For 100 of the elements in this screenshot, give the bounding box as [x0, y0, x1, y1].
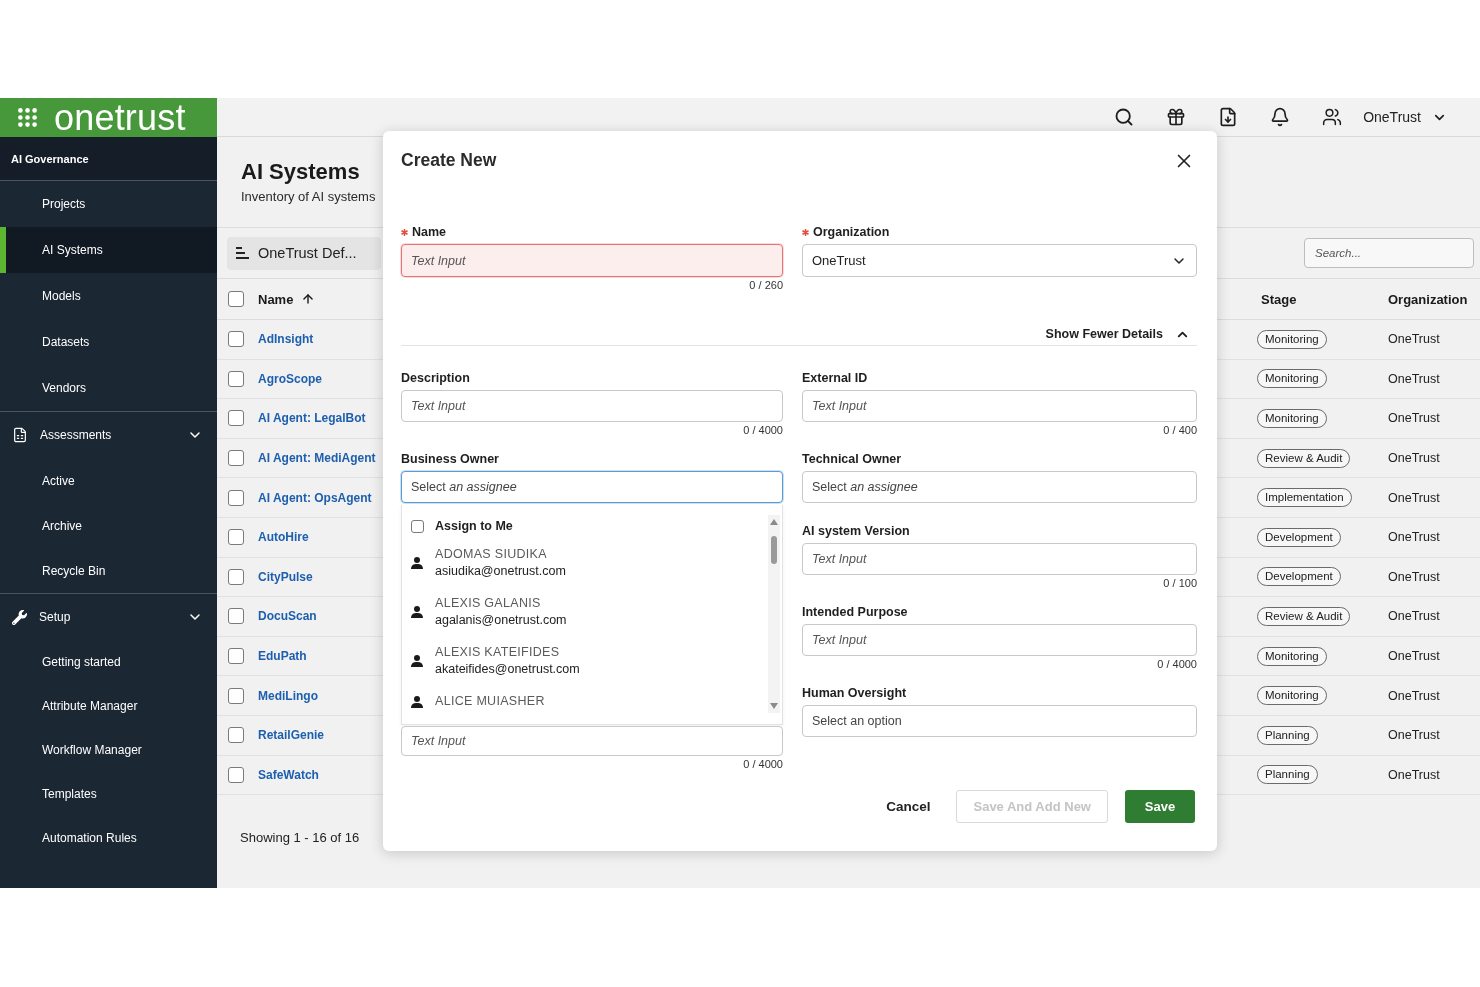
text-input[interactable]: Text Input [401, 726, 783, 756]
nav-item[interactable]: AI Systems [0, 227, 217, 273]
nav-item[interactable]: Datasets [0, 319, 217, 365]
stage-tag: Planning [1257, 725, 1318, 745]
system-name-link[interactable]: AutoHire [258, 530, 309, 545]
column-header[interactable]: Organization [1388, 291, 1468, 307]
stage-tag: Development [1257, 567, 1341, 587]
checkbox[interactable] [228, 450, 244, 467]
checkbox[interactable] [228, 727, 244, 744]
page-subtitle: Inventory of AI systems [241, 189, 376, 205]
system-name-link[interactable]: MediLingo [258, 688, 318, 703]
checkbox[interactable] [228, 410, 244, 427]
checkbox[interactable] [228, 687, 244, 704]
column-header[interactable]: Stage [1261, 291, 1297, 307]
text-input[interactable]: Text Input [401, 244, 783, 277]
scrollbar[interactable] [768, 515, 780, 713]
organization-text: OneTrust [1388, 609, 1440, 624]
lookup-field[interactable]: Select an assignee [802, 471, 1197, 503]
section-title: AI Governance [11, 152, 89, 165]
nav-item[interactable]: Recycle Bin [0, 548, 217, 593]
dialog-title: Create New [401, 149, 497, 171]
system-name-link[interactable]: AdInsight [258, 332, 314, 347]
assign-to-me-option[interactable]: Assign to Me [402, 515, 513, 537]
page-title: AI Systems [241, 159, 360, 185]
organization-text: OneTrust [1388, 649, 1440, 664]
assignee-option[interactable]: ALEXIS KATEIFIDES akateifides@onetrust.com [402, 635, 594, 684]
text-input[interactable]: Text Input [802, 624, 1197, 656]
nav-item[interactable]: Active [0, 458, 217, 503]
save-button[interactable]: Save [1125, 790, 1195, 823]
system-name-link[interactable]: AI Agent: OpsAgent [258, 490, 372, 505]
lookup-field[interactable]: Select an option [802, 705, 1197, 737]
checkbox[interactable] [411, 519, 424, 533]
organization-text: OneTrust [1388, 569, 1440, 584]
checkbox[interactable] [228, 766, 244, 783]
nav-group-header[interactable]: Setup [0, 594, 217, 640]
system-name-link[interactable]: AI Agent: LegalBot [258, 411, 366, 426]
checkbox[interactable] [228, 568, 244, 585]
bell-icon[interactable] [1270, 107, 1291, 127]
details-toggle[interactable]: Show Fewer Details [1045, 324, 1190, 344]
nav-item[interactable]: Archive [0, 503, 217, 548]
column-header[interactable]: Name [258, 291, 294, 307]
logo-text: onetrust [54, 98, 186, 137]
character-count: 0 / 4000 [743, 758, 783, 770]
organization-text: OneTrust [1388, 332, 1440, 347]
nav-item[interactable]: Projects [0, 181, 217, 227]
nav-item[interactable]: Templates [0, 772, 217, 816]
nav-item[interactable]: Models [0, 273, 217, 319]
nav-item[interactable]: Vendors [0, 365, 217, 411]
checkbox[interactable] [228, 291, 244, 307]
system-name-link[interactable]: RetailGenie [258, 728, 325, 743]
search-icon[interactable] [1114, 107, 1135, 127]
assignee-option[interactable]: ALICE MUIASHER [402, 684, 559, 716]
checkbox[interactable] [228, 648, 244, 665]
organization-text: OneTrust [1388, 728, 1440, 743]
assignee-option[interactable]: ADOMAS SIUDIKA asiudika@onetrust.com [402, 537, 580, 586]
wrench-icon [12, 609, 27, 625]
file-download-icon[interactable] [1218, 107, 1239, 127]
field-label: Name [412, 225, 447, 239]
checkbox[interactable] [228, 370, 244, 387]
checkbox[interactable] [228, 489, 244, 506]
organization-text: OneTrust [1388, 371, 1440, 386]
text-input[interactable]: Text Input [401, 390, 783, 422]
field-label: Human Oversight [802, 686, 907, 700]
apps-grid-icon[interactable] [18, 108, 37, 127]
stage-tag: Implementation [1257, 488, 1352, 508]
character-count: 0 / 100 [1163, 577, 1197, 589]
field-label: AI system Version [802, 524, 910, 538]
character-count: 0 / 4000 [743, 424, 783, 436]
nav-item[interactable]: Attribute Manager [0, 684, 217, 728]
system-name-link[interactable]: EduPath [258, 649, 307, 664]
nav-group-header[interactable]: Assessments [0, 412, 217, 458]
system-name-link[interactable]: CityPulse [258, 569, 313, 584]
lookup-field[interactable]: Select an assignee [401, 471, 783, 503]
field-label: Intended Purpose [802, 605, 908, 619]
assignee-option[interactable]: ALEXIS GALANIS agalanis@onetrust.com [402, 586, 581, 635]
system-name-link[interactable]: DocuScan [258, 609, 317, 624]
gift-icon[interactable] [1166, 107, 1187, 127]
organization-text: OneTrust [1388, 530, 1440, 545]
text-input[interactable]: Text Input [802, 543, 1197, 575]
select-field[interactable]: OneTrust [802, 244, 1197, 277]
search-field[interactable]: Search... [1304, 238, 1474, 268]
checkbox[interactable] [228, 608, 244, 625]
text-input[interactable]: Text Input [802, 390, 1197, 422]
organization-text: OneTrust [1388, 411, 1440, 426]
checkbox[interactable] [228, 331, 244, 348]
character-count: 0 / 400 [1163, 424, 1197, 436]
system-name-link[interactable]: AgroScope [258, 371, 322, 386]
users-icon[interactable] [1322, 107, 1343, 127]
organization-text: OneTrust [1388, 767, 1440, 782]
view-selector-button[interactable]: OneTrust Def... [227, 236, 381, 270]
system-name-link[interactable]: SafeWatch [258, 767, 319, 782]
checkbox[interactable] [228, 529, 244, 546]
nav-item[interactable]: Getting started [0, 640, 217, 684]
nav-item[interactable]: Workflow Manager [0, 728, 217, 772]
nav-item[interactable]: Automation Rules [0, 816, 217, 860]
text-button[interactable]: Cancel [877, 790, 940, 823]
stage-tag: Development [1257, 527, 1341, 547]
account-menu-button[interactable]: OneTrust [1363, 105, 1447, 129]
lines-icon [236, 247, 249, 259]
system-name-link[interactable]: AI Agent: MediAgent [258, 451, 376, 466]
